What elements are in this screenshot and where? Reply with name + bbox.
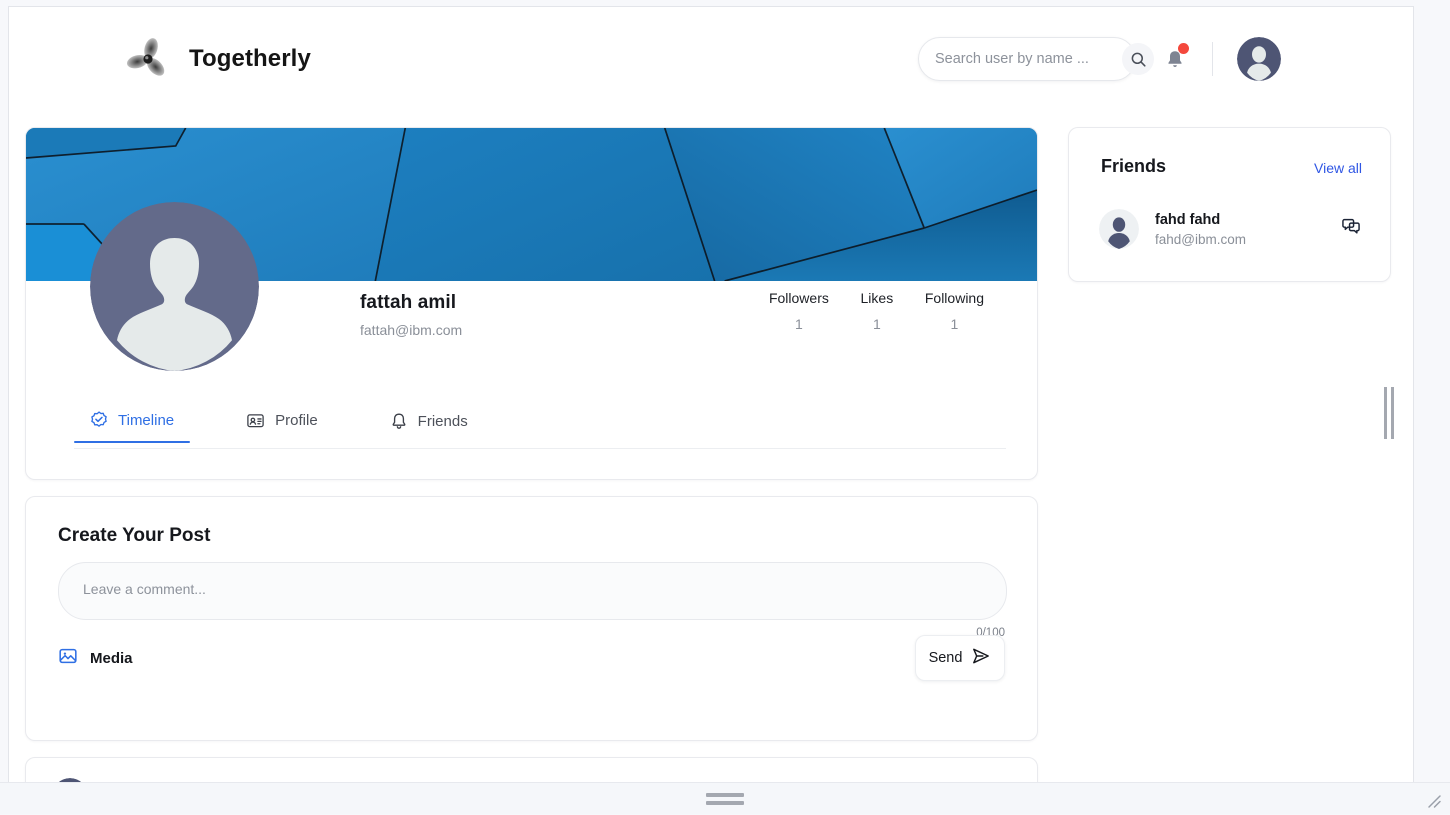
view-all-link[interactable]: View all	[1314, 160, 1362, 176]
top-navbar: Togetherly	[9, 7, 1413, 111]
profile-tabs: Timeline	[74, 405, 1006, 449]
page-scroll-area[interactable]: Togetherly	[9, 7, 1413, 787]
profile-identity: fattah amil fattah@ibm.com	[360, 292, 462, 338]
post-input[interactable]	[58, 562, 1007, 620]
avatar[interactable]	[1099, 209, 1139, 249]
create-post-title: Create Your Post	[58, 525, 210, 547]
profile-stats: Followers 1 Likes 1 Following 1	[769, 290, 984, 332]
stat-label: Following	[925, 290, 984, 306]
resize-grip-icon[interactable]	[1424, 792, 1442, 810]
stat-followers[interactable]: Followers 1	[769, 290, 829, 332]
stat-following[interactable]: Following 1	[925, 290, 984, 332]
stat-value: 1	[855, 316, 899, 332]
post-composer[interactable]	[58, 562, 1007, 620]
handle-bar	[1384, 387, 1387, 439]
tab-label: Profile	[275, 412, 318, 429]
search-icon[interactable]	[1122, 43, 1154, 75]
friend-info: fahd fahd fahd@ibm.com	[1155, 212, 1340, 247]
notifications-button[interactable]	[1162, 44, 1188, 74]
tab-label: Timeline	[118, 412, 174, 429]
search-input[interactable]	[935, 51, 1122, 67]
tab-timeline[interactable]: Timeline	[74, 405, 190, 442]
handle-bar	[706, 801, 744, 805]
stat-label: Followers	[769, 290, 829, 306]
user-avatar-icon	[1237, 37, 1281, 81]
image-icon	[58, 646, 78, 671]
profile-email: fattah@ibm.com	[360, 322, 462, 338]
stat-value: 1	[925, 316, 984, 332]
browser-window: Togetherly	[8, 6, 1414, 788]
brand-logo-group[interactable]: Togetherly	[125, 36, 311, 82]
user-avatar-icon	[1099, 209, 1139, 249]
user-avatar-icon	[90, 202, 259, 371]
send-button[interactable]: Send	[915, 635, 1005, 681]
tab-profile[interactable]: Profile	[230, 405, 334, 443]
navbar-actions	[918, 37, 1281, 81]
handle-bar	[706, 793, 744, 797]
brand-name: Togetherly	[189, 45, 311, 73]
friend-name: fahd fahd	[1155, 212, 1340, 228]
stat-label: Likes	[855, 290, 899, 306]
send-label: Send	[929, 650, 963, 666]
propeller-icon	[125, 36, 171, 82]
stat-value: 1	[769, 316, 829, 332]
profile-name: fattah amil	[360, 292, 462, 314]
avatar[interactable]	[1237, 37, 1281, 81]
chat-bubbles-icon[interactable]	[1340, 216, 1362, 243]
vertical-drag-handle-icon[interactable]	[1383, 387, 1395, 439]
verified-check-icon	[90, 411, 108, 429]
notification-badge	[1178, 43, 1189, 54]
search-box[interactable]	[918, 37, 1136, 81]
friends-panel: Friends View all fahd fahd	[1068, 127, 1391, 282]
send-plane-icon	[971, 647, 991, 670]
media-label: Media	[90, 650, 133, 667]
handle-bar	[1391, 387, 1394, 439]
profile-avatar[interactable]	[90, 202, 259, 371]
navbar-divider	[1212, 42, 1213, 76]
friends-panel-title: Friends	[1101, 156, 1166, 177]
main-content: fattah amil fattah@ibm.com Followers 1 L…	[9, 111, 1413, 787]
media-button[interactable]: Media	[58, 646, 133, 671]
bottom-resize-bar	[0, 782, 1450, 814]
friend-email: fahd@ibm.com	[1155, 232, 1340, 247]
list-item[interactable]: fahd fahd fahd@ibm.com	[1099, 208, 1362, 250]
profile-card: fattah amil fattah@ibm.com Followers 1 L…	[25, 127, 1038, 480]
tab-friends[interactable]: Friends	[374, 405, 484, 444]
horizontal-drag-handle-icon[interactable]	[706, 793, 744, 805]
stat-likes[interactable]: Likes 1	[855, 290, 899, 332]
bell-icon	[390, 411, 408, 431]
tab-label: Friends	[418, 413, 468, 430]
id-card-icon	[246, 411, 265, 430]
create-post-card: Create Your Post 0/100 Media	[25, 496, 1038, 741]
